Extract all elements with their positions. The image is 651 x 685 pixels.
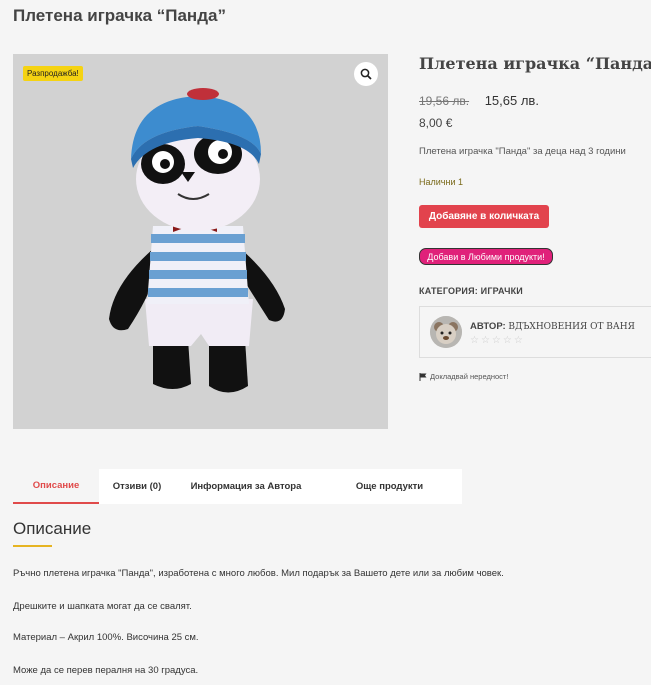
euro-price: 8,00 € <box>419 116 453 130</box>
description-paragraph: Ръчно плетена играчка "Панда", изработен… <box>13 568 504 579</box>
description-paragraph: Може да се перев пералня на 30 градуса. <box>13 665 199 676</box>
product-image-gallery[interactable]: Разпродажба! <box>13 54 388 429</box>
product-tabs: Описание Отзиви (0) Информация за Автора… <box>13 469 462 504</box>
product-category: КАТЕГОРИЯ: ИГРАЧКИ <box>419 286 523 296</box>
page-title: Плетена играчка “Панда” <box>13 6 226 25</box>
zoom-button[interactable] <box>354 62 378 86</box>
price-row: 19,56 лв. 15,65 лв. <box>419 93 539 108</box>
heading-underline <box>13 545 52 547</box>
author-box: АВТОР: ВДЪХНОВЕНИЯ ОТ ВАНЯ ☆☆☆☆☆ <box>419 306 651 358</box>
category-link[interactable]: ИГРАЧКИ <box>481 286 523 296</box>
description-heading: Описание <box>13 519 92 538</box>
report-issue-link[interactable]: Докладвай нередност! <box>419 372 508 381</box>
tab-reviews[interactable]: Отзиви (0) <box>99 469 175 504</box>
author-link[interactable]: ВДЪХНОВЕНИЯ ОТ ВАНЯ <box>508 322 635 332</box>
tab-author-info[interactable]: Информация за Автора <box>175 469 317 504</box>
author-rating-stars: ☆☆☆☆☆ <box>470 335 525 346</box>
author-label: АВТОР: <box>470 321 506 332</box>
short-description: Плетена играчка "Панда" за деца над 3 го… <box>419 146 626 157</box>
flag-icon <box>419 372 427 381</box>
category-label: КАТЕГОРИЯ: <box>419 286 478 296</box>
old-price: 19,56 лв. <box>419 94 470 108</box>
add-to-cart-button[interactable]: Добавяне в количката <box>419 205 549 228</box>
product-summary: Плетена играчка “Панда” 19,56 лв. 15,65 … <box>419 54 651 381</box>
magnifier-icon <box>360 68 372 80</box>
sale-badge: Разпродажба! <box>23 66 83 81</box>
author-avatar[interactable] <box>430 316 462 348</box>
panda-toy-image <box>109 88 285 393</box>
author-name: АВТОР: ВДЪХНОВЕНИЯ ОТ ВАНЯ <box>470 321 635 332</box>
product-title: Плетена играчка “Панда” <box>419 54 651 73</box>
sale-price: 15,65 лв. <box>484 93 539 108</box>
description-paragraph: Материал – Акрил 100%. Височина 25 см. <box>13 632 199 643</box>
tab-description[interactable]: Описание <box>13 469 99 504</box>
add-to-favorites-button[interactable]: Добави в Любими продукти! <box>419 248 553 265</box>
tab-more-products[interactable]: Още продукти <box>317 469 462 504</box>
bear-avatar-icon <box>430 316 462 348</box>
stock-status: Налични 1 <box>419 177 463 187</box>
report-label: Докладвай нередност! <box>430 372 509 381</box>
description-paragraph: Дрешките и шапката могат да се свалят. <box>13 601 192 612</box>
